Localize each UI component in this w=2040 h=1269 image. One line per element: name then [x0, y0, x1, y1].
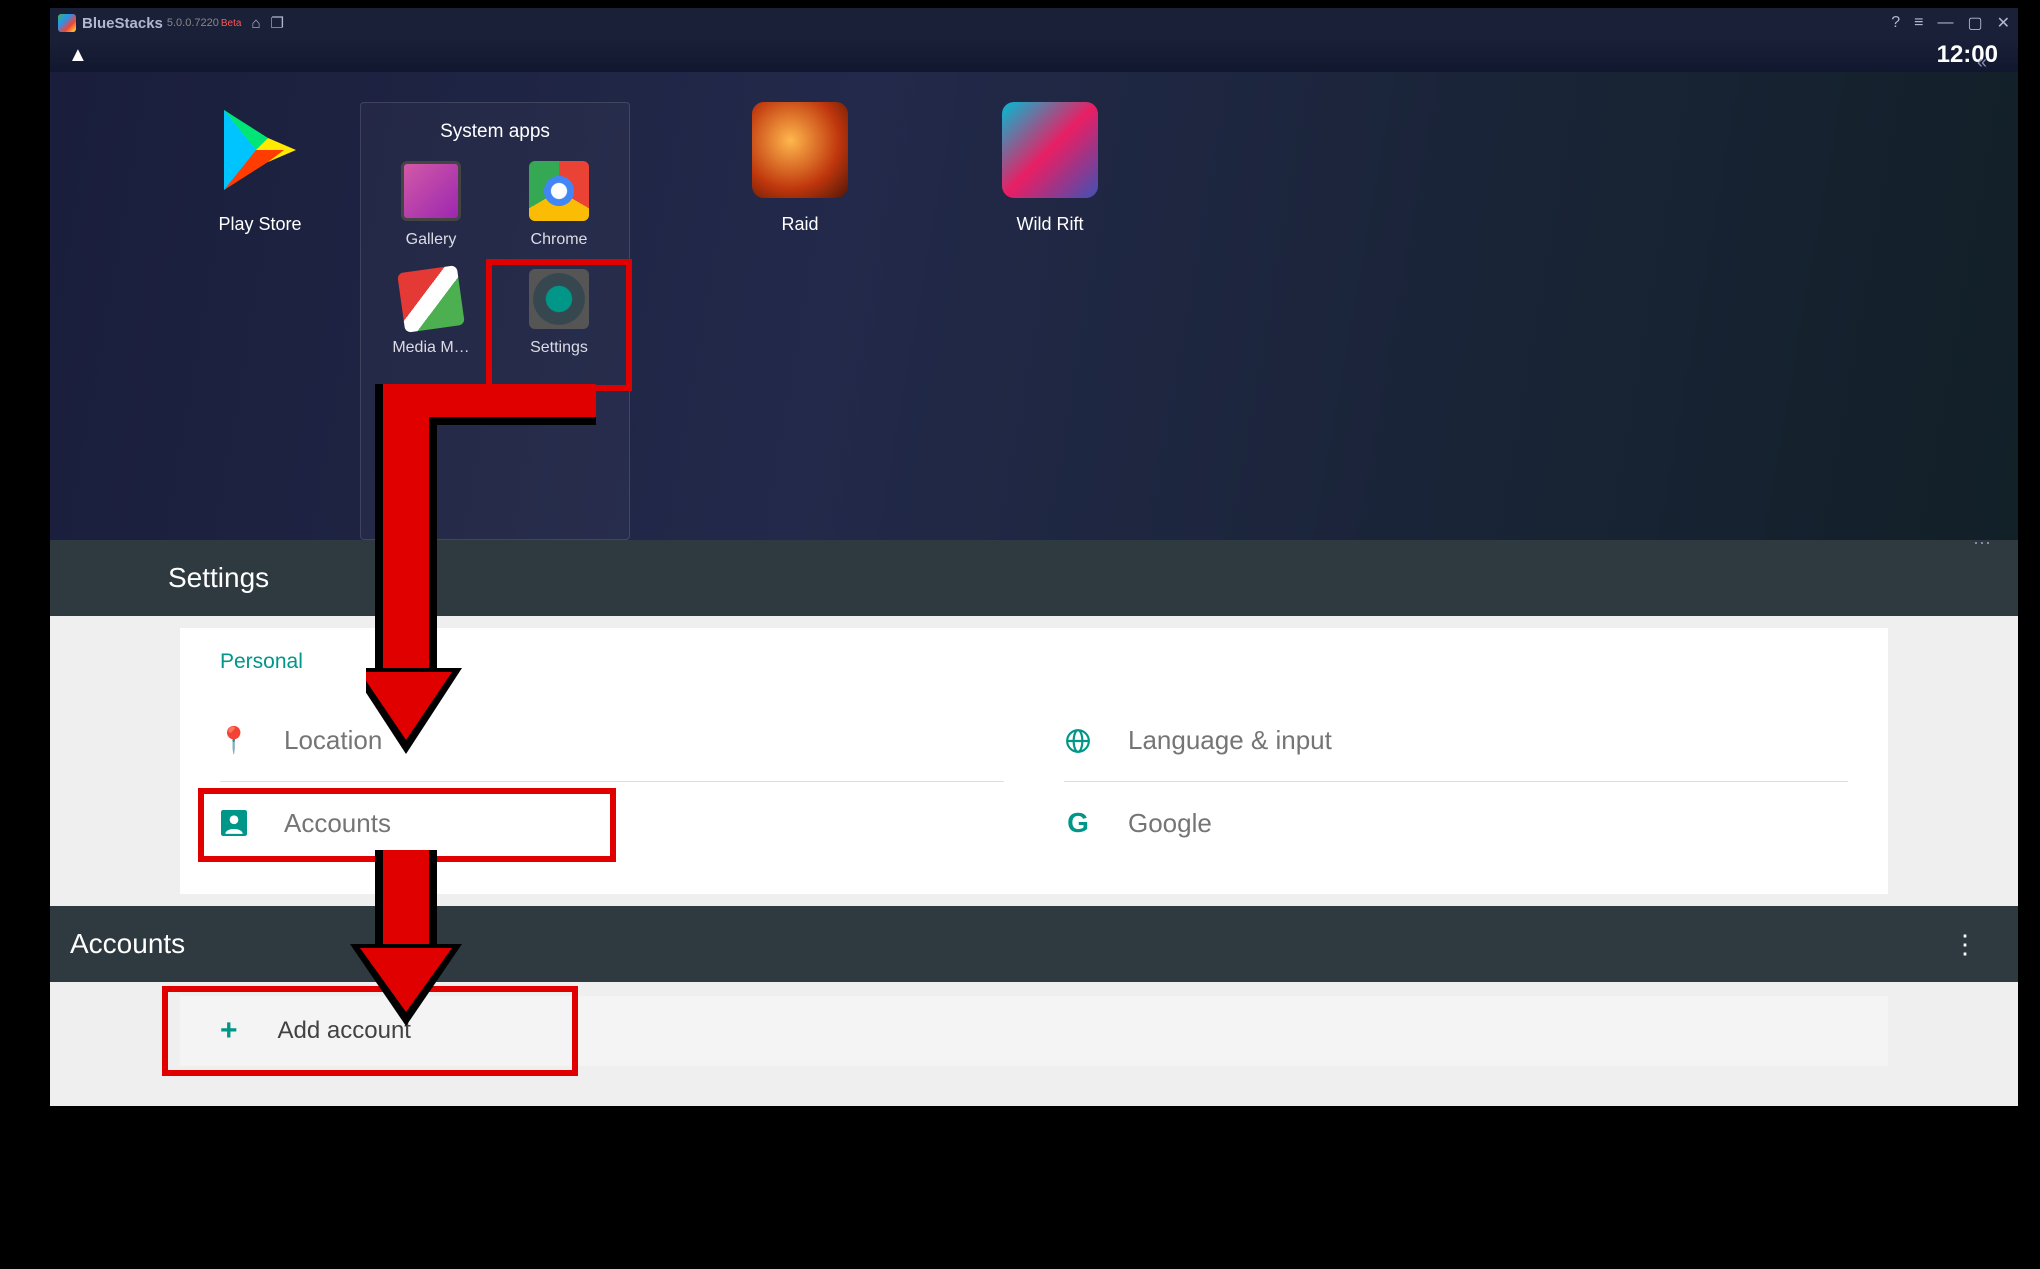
app-chrome[interactable]: Chrome	[500, 161, 618, 249]
settings-title: Settings	[168, 562, 269, 594]
settings-header: Settings	[50, 540, 2018, 616]
app-version: 5.0.0.7220	[167, 17, 219, 29]
instruction-arrow-2	[346, 850, 466, 1030]
app-media-manager[interactable]: Media M…	[372, 269, 490, 357]
media-icon	[397, 265, 465, 333]
app-label: Gallery	[406, 231, 457, 249]
settings-gear-icon	[529, 269, 589, 329]
app-label: Chrome	[531, 231, 588, 249]
app-name: BlueStacks	[82, 15, 163, 32]
settings-item-accounts[interactable]: Accounts	[220, 782, 1004, 864]
home-screen: Play Store System apps Gallery Chrome Me…	[50, 72, 2018, 540]
app-wild-rift[interactable]: Wild Rift	[960, 102, 1140, 540]
wild-rift-icon	[1002, 102, 1098, 198]
settings-item-google[interactable]: G Google	[1064, 782, 1848, 864]
chrome-icon	[529, 161, 589, 221]
menu-icon[interactable]: ≡	[1914, 14, 1923, 32]
raid-icon	[752, 102, 848, 198]
location-pin-icon: 📍	[220, 727, 248, 755]
minimize-button[interactable]: —	[1937, 14, 1953, 32]
titlebar: BlueStacks 5.0.0.7220 Beta ⌂ ❐ ? ≡ — ▢ ✕	[50, 8, 2018, 38]
collapse-icon[interactable]: «	[1977, 52, 1987, 73]
warning-icon[interactable]: ▲	[68, 44, 88, 67]
recents-icon[interactable]: ❐	[271, 14, 284, 32]
maximize-button[interactable]: ▢	[1967, 13, 1982, 33]
home-icon[interactable]: ⌂	[251, 15, 260, 32]
bluestacks-logo-icon	[58, 14, 76, 32]
accounts-title: Accounts	[70, 928, 185, 960]
settings-item-language[interactable]: Language & input	[1064, 700, 1848, 782]
settings-label: Google	[1128, 808, 1212, 839]
app-play-store[interactable]: Play Store	[170, 102, 350, 540]
help-icon[interactable]: ?	[1891, 14, 1900, 32]
app-gallery[interactable]: Gallery	[372, 161, 490, 249]
globe-icon	[1064, 727, 1092, 755]
settings-label: Language & input	[1128, 725, 1332, 756]
play-store-icon	[212, 102, 308, 198]
app-label: Media M…	[392, 339, 469, 357]
beta-badge: Beta	[221, 18, 242, 29]
google-icon: G	[1064, 809, 1092, 837]
close-button[interactable]: ✕	[1997, 13, 2010, 33]
status-strip: ▲ 12:00	[50, 38, 2018, 72]
app-raid[interactable]: Raid	[710, 102, 890, 540]
kebab-menu-icon[interactable]: ⋮	[1952, 929, 1978, 960]
instruction-arrow-1	[366, 384, 626, 764]
app-settings[interactable]: Settings	[500, 269, 618, 357]
folder-title: System apps	[440, 121, 550, 143]
gallery-icon	[401, 161, 461, 221]
app-label: Play Store	[218, 214, 301, 235]
app-label: Raid	[781, 214, 818, 235]
app-label: Wild Rift	[1017, 214, 1084, 235]
